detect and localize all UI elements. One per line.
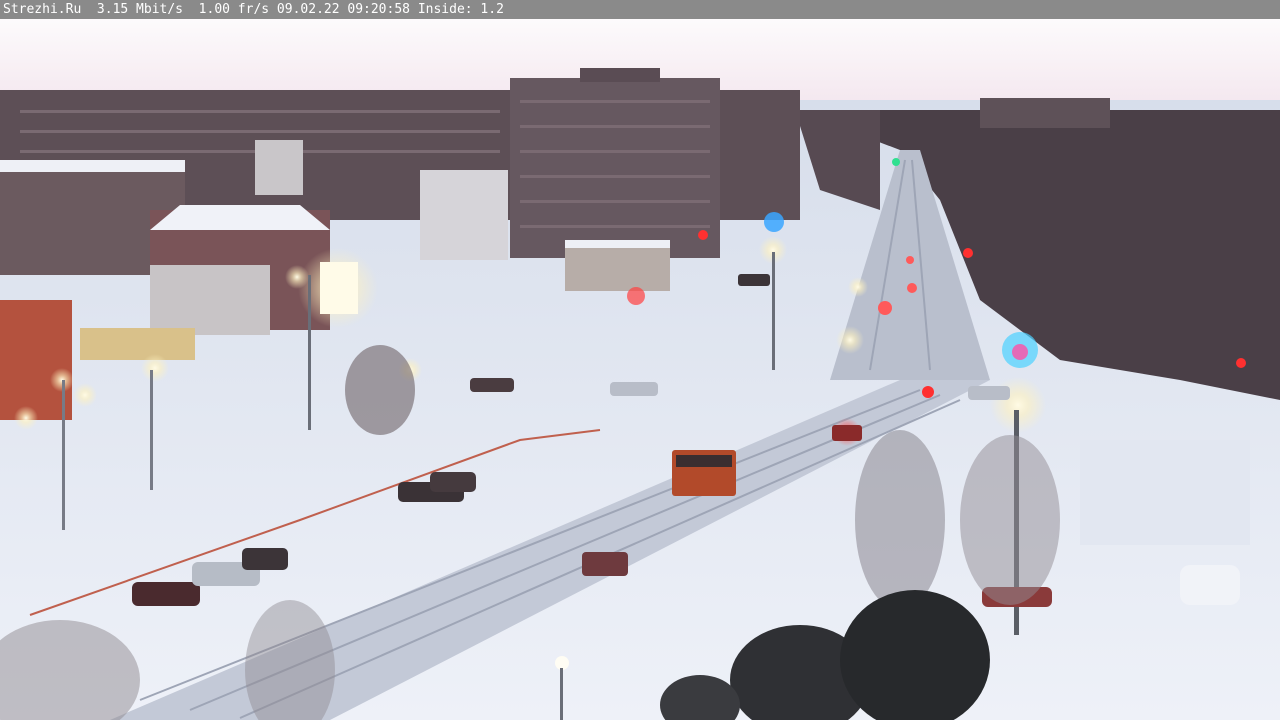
- shop-building: [80, 328, 195, 360]
- osd-status-text: Strezhi.Ru 3.15 Mbit/s 1.00 fr/s 09.02.2…: [3, 2, 504, 17]
- webcam-frame-icon: [0, 0, 1280, 720]
- building-left-1-roof: [0, 160, 185, 172]
- snow-covered-car: [1180, 565, 1240, 605]
- snow-field-right: [1080, 440, 1250, 545]
- webcam-viewer: Strezhi.Ru 3.15 Mbit/s 1.00 fr/s 09.02.2…: [0, 0, 1280, 720]
- building-brick-left: [0, 300, 72, 420]
- building-mid-white: [420, 170, 508, 260]
- building-left-2-lower: [150, 265, 270, 335]
- chimney-building: [255, 140, 303, 195]
- osd-status-bar: Strezhi.Ru 3.15 Mbit/s 1.00 fr/s 09.02.2…: [0, 0, 1280, 19]
- apartment-block-right: [980, 98, 1110, 128]
- apartment-tower: [510, 78, 720, 258]
- building-small-center-roof: [565, 240, 670, 248]
- tower-roof: [580, 68, 660, 82]
- building-small-center: [565, 243, 670, 291]
- building-left-2-roof: [150, 205, 330, 230]
